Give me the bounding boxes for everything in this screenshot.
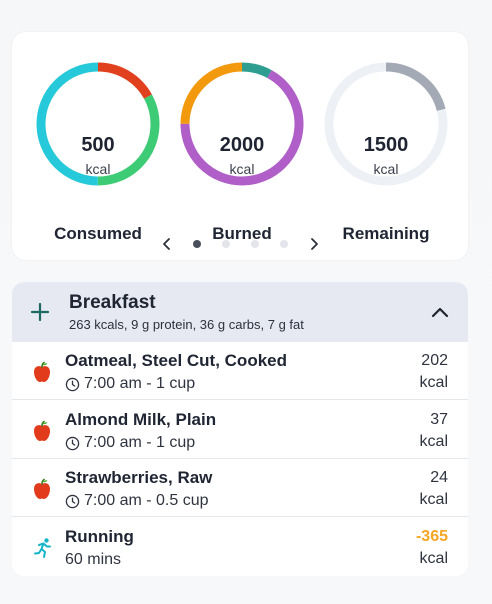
apple-icon [32,478,52,500]
food-entry[interactable]: Strawberries, Raw 7:00 am - 0.5 cup 24 k… [12,459,468,517]
food-kcal-value: 202 [421,352,448,369]
page: 500 kcal Consumed 2000 kcal Burned 1500 … [0,0,492,604]
clock-icon [65,494,80,508]
divider [12,399,468,400]
burned-value: 2000 [219,134,265,156]
food-kcal-unit: kcal [419,433,448,450]
food-detail: 7:00 am - 1 cup [65,375,195,393]
apple-icon [32,361,52,383]
food-kcal-value: 24 [430,469,448,486]
burned-unit: kcal [229,161,255,177]
chevron-left-icon[interactable] [158,235,176,253]
running-icon [32,537,52,559]
food-kcal-unit: kcal [419,491,448,508]
food-time-serving: 7:00 am - 0.5 cup [84,492,209,509]
breakfast-card: Breakfast 263 kcals, 9 g protein, 36 g c… [12,282,468,576]
food-entry[interactable]: Almond Milk, Plain 7:00 am - 1 cup 37 kc… [12,401,468,459]
calorie-summary-card: 500 kcal Consumed 2000 kcal Burned 1500 … [12,32,468,260]
pager-dot-4[interactable] [280,240,288,248]
meal-nutrition-summary: 263 kcals, 9 g protein, 36 g carbs, 7 g … [69,317,304,332]
remaining-ring[interactable]: 1500 kcal Remaining [322,60,450,243]
divider [12,516,468,517]
consumed-value: 500 [81,134,115,156]
food-name: Almond Milk, Plain [65,410,217,429]
pager-dot-3[interactable] [251,240,259,248]
food-time-serving: 7:00 am - 1 cup [84,375,196,392]
food-time-serving: 7:00 am - 1 cup [84,434,196,451]
food-kcal-value: 37 [430,411,448,428]
plus-icon[interactable] [28,300,52,324]
exercise-name: Running [65,527,134,546]
food-name: Strawberries, Raw [65,468,213,487]
breakfast-header[interactable]: Breakfast 263 kcals, 9 g protein, 36 g c… [12,282,468,342]
food-detail: 7:00 am - 1 cup [65,434,195,452]
remaining-value: 1500 [363,134,409,156]
burned-ring[interactable]: 2000 kcal Burned [178,60,306,243]
food-entry[interactable]: Oatmeal, Steel Cut, Cooked 7:00 am - 1 c… [12,342,468,400]
exercise-entry[interactable]: Running 60 mins -365 kcal [12,518,468,576]
clock-icon [65,436,80,450]
chevron-right-icon[interactable] [305,235,323,253]
carousel-pager [12,235,468,253]
exercise-duration: 60 mins [65,551,122,568]
consumed-ring[interactable]: 500 kcal Consumed [34,60,162,243]
remaining-unit: kcal [373,161,399,177]
consumed-unit: kcal [85,161,111,177]
exercise-kcal-unit: kcal [419,550,448,567]
exercise-kcal-value: -365 [415,528,448,545]
meal-title: Breakfast [69,292,156,313]
chevron-up-icon[interactable] [428,301,452,325]
apple-icon [32,420,52,442]
food-detail: 7:00 am - 0.5 cup [65,492,209,510]
pager-dot-2[interactable] [222,240,230,248]
food-name: Oatmeal, Steel Cut, Cooked [65,351,287,370]
pager-dot-1[interactable] [193,240,201,248]
food-kcal-unit: kcal [419,374,448,391]
clock-icon [65,377,80,391]
